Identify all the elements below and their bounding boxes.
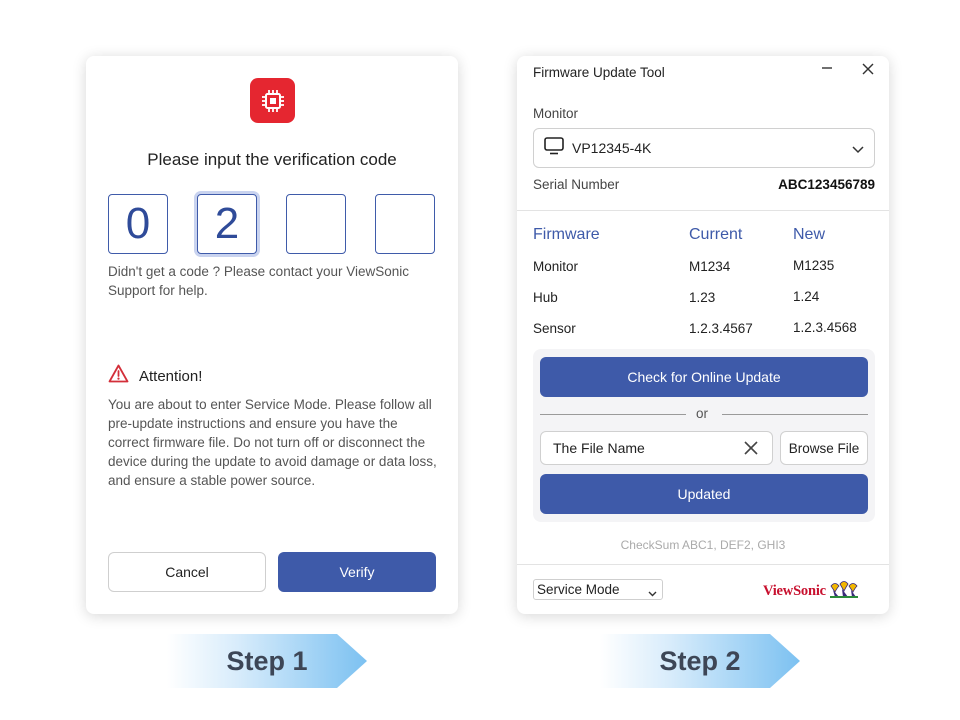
row-monitor-current: M1234 [689, 259, 731, 274]
header-firmware: Firmware [533, 226, 600, 243]
verification-dialog: Please input the verification code 0 2 D… [86, 56, 458, 614]
help-text: Didn't get a code ? Please contact your … [108, 264, 410, 298]
or-divider-left [540, 414, 686, 415]
row-monitor-name: Monitor [533, 259, 579, 274]
monitor-select[interactable]: VP12345-4K [533, 128, 875, 168]
window-title: Firmware Update Tool [533, 65, 665, 80]
viewsonic-birds-logo [829, 580, 858, 603]
browse-file-button[interactable]: Browse File [780, 431, 868, 465]
cancel-button[interactable]: Cancel [108, 552, 266, 592]
attention-body: You are about to enter Service Mode. Ple… [108, 397, 437, 488]
step-2-banner: Step 2 [600, 634, 800, 688]
chevron-down-icon [648, 586, 657, 601]
check-online-update-button[interactable]: Check for Online Update [540, 357, 868, 397]
attention-title: Attention! [139, 367, 203, 385]
minimize-icon[interactable] [820, 62, 834, 76]
attention-header: Attention! [108, 364, 202, 388]
code-input-1[interactable]: 0 [108, 194, 168, 254]
monitor-label: Monitor [533, 106, 579, 121]
row-sensor-name: Sensor [533, 321, 576, 336]
chevron-down-icon [852, 142, 864, 160]
header-current: Current [689, 226, 743, 243]
divider [517, 564, 889, 565]
monitor-value: VP12345-4K [572, 140, 652, 156]
or-text: or [696, 406, 709, 421]
row-sensor-current: 1.2.3.4567 [689, 321, 753, 336]
close-icon[interactable] [861, 62, 875, 76]
verify-button[interactable]: Verify [278, 552, 436, 592]
row-hub-new: 1.24 [793, 289, 820, 304]
row-sensor-new: 1.2.3.4568 [793, 320, 857, 335]
mode-select[interactable]: Service Mode [533, 579, 663, 600]
row-hub-name: Hub [533, 290, 558, 305]
chip-icon [250, 78, 295, 123]
code-input-4[interactable] [375, 194, 435, 254]
code-input-3[interactable] [286, 194, 346, 254]
checksum-text: CheckSum ABC1, DEF2, GHI3 [620, 538, 786, 552]
monitor-icon [544, 136, 564, 160]
divider [517, 210, 889, 211]
brand-text: ViewSonic [763, 583, 826, 599]
mode-value: Service Mode [537, 582, 620, 597]
step-2-label: Step 2 [659, 645, 741, 676]
header-new: New [793, 226, 826, 243]
file-name-value: The File Name [553, 440, 645, 456]
serial-label: Serial Number [533, 177, 620, 192]
step-1-label: Step 1 [226, 645, 308, 676]
warning-triangle-icon [108, 364, 129, 388]
file-name-input[interactable]: The File Name [540, 431, 773, 465]
clear-file-icon[interactable] [744, 441, 758, 458]
firmware-update-window: Firmware Update Tool Monitor VP12345-4K … [517, 56, 889, 614]
code-input-2[interactable]: 2 [197, 194, 257, 254]
updated-button[interactable]: Updated [540, 474, 868, 514]
step-1-banner: Step 1 [167, 634, 367, 688]
viewsonic-logo: ViewSonic [763, 580, 858, 603]
update-card: Check for Online Update or The File Name… [533, 349, 875, 522]
serial-value: ABC123456789 [778, 177, 875, 192]
row-hub-current: 1.23 [689, 290, 716, 305]
dialog-title: Please input the verification code [147, 150, 397, 169]
or-divider-right [722, 414, 868, 415]
row-monitor-new: M1235 [793, 258, 835, 273]
